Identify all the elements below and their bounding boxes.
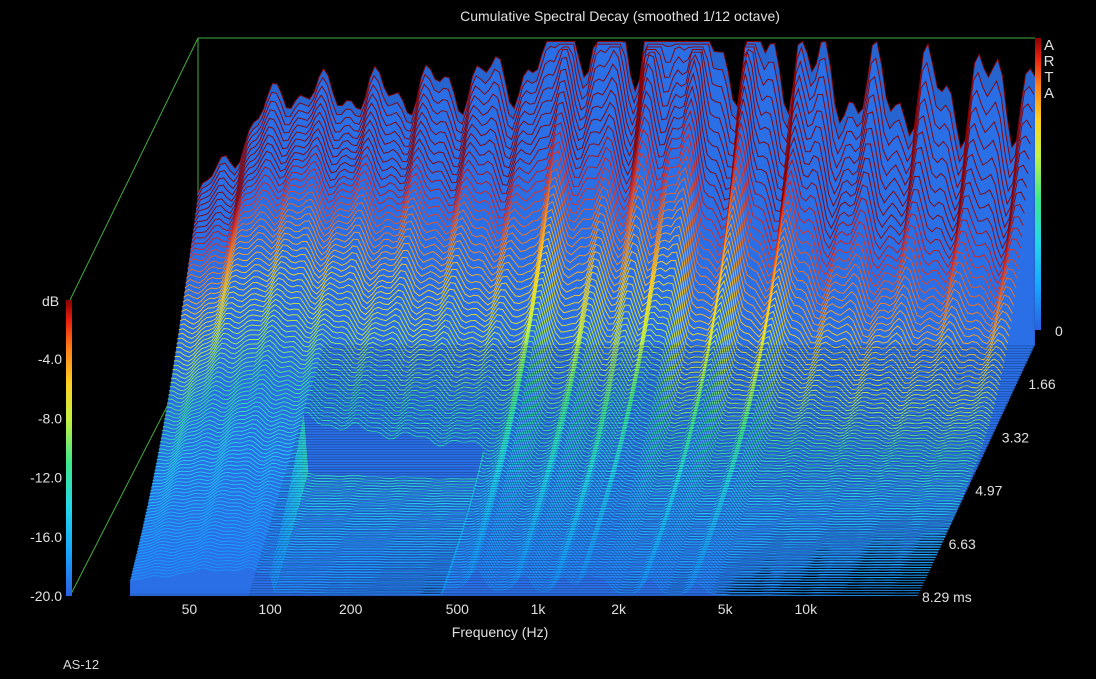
time-tick-label: 8.29 ms <box>922 589 972 605</box>
x-axis-ticks: 50 100 200 500 1k 2k 5k 10k <box>182 601 818 617</box>
footer-label: AS-12 <box>63 657 100 672</box>
arta-watermark: ARTA <box>1044 37 1055 102</box>
x-tick-label: 200 <box>339 601 363 617</box>
y-tick-label: -4.0 <box>38 351 62 367</box>
decay-slices <box>129 40 1036 597</box>
x-tick-label: 50 <box>182 601 198 617</box>
x-tick-label: 1k <box>531 601 547 617</box>
watermark-letter: A <box>1044 37 1054 54</box>
waterfall-plot: 50 100 200 500 1k 2k 5k 10k -4.0-8.0-12.0-16.0-… <box>30 37 1063 617</box>
x-tick-label: 100 <box>258 601 282 617</box>
x-tick-label: 500 <box>446 601 470 617</box>
watermark-letter: T <box>1044 69 1053 86</box>
time-tick-label: 3.32 <box>1002 429 1029 445</box>
x-tick-label: 2k <box>611 601 627 617</box>
time-tick-label: 0 <box>1055 323 1063 339</box>
y-tick-label: -8.0 <box>38 410 62 426</box>
time-tick-label: 4.97 <box>975 483 1002 499</box>
y-tick-label: -12.0 <box>30 470 62 486</box>
y-axis-ticks: -4.0 -8.0 -12.0 -16.0 -20.0 <box>30 351 62 604</box>
colorbar-right <box>1035 38 1041 330</box>
frame-left-top <box>69 37 199 301</box>
colorbar-left <box>66 300 72 596</box>
watermark-letter: A <box>1044 85 1054 102</box>
y-axis-label: dB <box>42 293 59 309</box>
y-tick-label: -16.0 <box>30 529 62 545</box>
x-tick-label: 10k <box>795 601 819 617</box>
time-tick-label: 6.63 <box>949 536 976 552</box>
x-axis-label: Frequency (Hz) <box>451 624 549 640</box>
time-tick-label: 1.66 <box>1028 376 1055 392</box>
y-tick-label: -20.0 <box>30 588 62 604</box>
watermark-letter: R <box>1044 53 1055 70</box>
chart-stage: Cumulative Spectral Decay (smoothed 1/12… <box>0 0 1096 679</box>
x-tick-label: 5k <box>718 601 734 617</box>
